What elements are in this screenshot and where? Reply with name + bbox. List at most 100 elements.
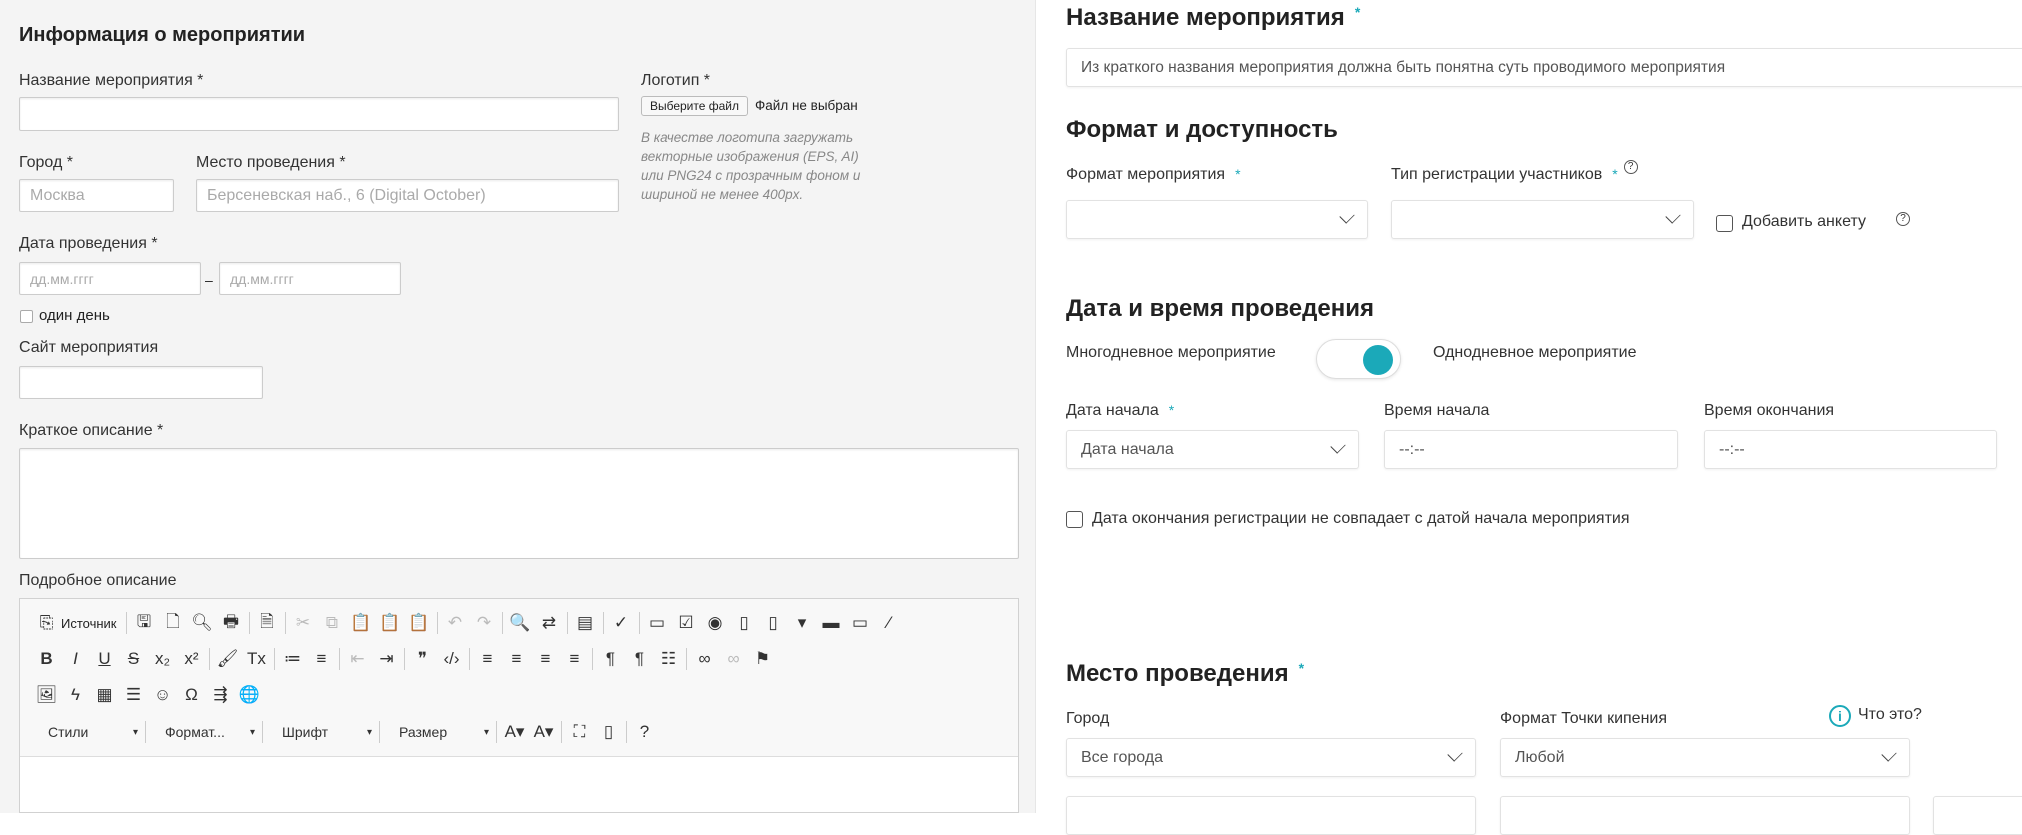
checkbox-icon[interactable]: ☑ [672, 613, 701, 633]
end-time-input[interactable]: --:-- [1704, 430, 1997, 469]
select-all-icon[interactable]: ▤ [571, 613, 600, 633]
one-day-checkbox[interactable] [20, 310, 33, 323]
form-icon[interactable]: ▭ [643, 613, 672, 633]
subscript-icon[interactable]: x₂ [148, 649, 177, 669]
templates-icon[interactable]: 🗎 [253, 609, 282, 638]
rtl-icon[interactable]: ¶ [625, 649, 654, 669]
italic-icon[interactable]: I [61, 649, 90, 669]
superscript-icon[interactable]: x² [177, 649, 206, 669]
smiley-icon[interactable]: ☺ [148, 685, 177, 705]
anchor-icon[interactable]: ⚑ [748, 649, 777, 669]
event-name-input[interactable]: Из краткого названия мероприятия должна … [1066, 48, 2022, 87]
strike-icon[interactable]: S [119, 649, 148, 669]
bulleted-list-icon[interactable]: ≡ [307, 649, 336, 669]
align-right-icon[interactable]: ≡ [531, 649, 560, 669]
city-select[interactable]: Все города [1066, 738, 1476, 777]
new-page-icon[interactable]: 🗋 [159, 609, 188, 638]
justify-icon[interactable]: ≡ [560, 649, 589, 669]
radio-icon[interactable]: ◉ [701, 613, 730, 633]
maximize-icon[interactable]: ⛶ [565, 722, 594, 742]
editor-content-area[interactable] [20, 756, 1018, 812]
venue-input[interactable]: Берсеневская наб., 6 (Digital October) [196, 179, 619, 212]
required-star: * [1612, 166, 1618, 182]
page-break-icon[interactable]: ⇶ [206, 685, 235, 705]
date-to-input[interactable]: дд.мм.гггг [219, 262, 401, 295]
toolbar-separator [501, 612, 503, 634]
short-desc-textarea[interactable] [19, 448, 1019, 559]
remove-format-icon[interactable]: Tx [242, 649, 271, 669]
table-icon[interactable]: ▦ [90, 685, 119, 705]
save-icon[interactable]: 🖫 [130, 609, 159, 638]
spellcheck-icon[interactable]: ✓ [607, 613, 636, 633]
cut-icon[interactable]: ✂ [289, 613, 318, 633]
extra-input[interactable] [1933, 796, 2022, 835]
venue-input[interactable] [1500, 796, 1910, 835]
event-name-input[interactable] [19, 97, 619, 131]
date-from-input[interactable]: дд.мм.гггг [19, 262, 201, 295]
day-mode-toggle[interactable] [1316, 339, 1401, 379]
combo-3[interactable]: Размер ▾ [383, 724, 493, 740]
div-icon[interactable]: ‹/› [437, 649, 466, 669]
language-icon[interactable]: ☷ [654, 649, 683, 669]
help-icon[interactable]: ? [1623, 160, 1638, 174]
paste-icon[interactable]: 📋 [347, 613, 376, 633]
info-icon[interactable]: i [1829, 705, 1851, 727]
source-icon[interactable]: ⎘ [32, 613, 61, 633]
underline-icon[interactable]: U [90, 649, 119, 669]
copy-icon[interactable]: ⧉ [318, 613, 347, 633]
format-select[interactable] [1066, 200, 1368, 239]
preview-icon[interactable]: 🔍︎ [188, 613, 217, 633]
one-day-label: Однодневное мероприятие [1433, 344, 1637, 361]
combo-0[interactable]: Стили ▾ [32, 724, 142, 740]
blockquote-icon[interactable]: ❞ [408, 649, 437, 669]
select-icon[interactable]: ▾ [788, 613, 817, 633]
paste-word-icon[interactable]: 📋 [405, 613, 434, 633]
bg-color-icon[interactable]: A▾ [529, 722, 558, 742]
image-icon[interactable]: 🖼 [32, 685, 61, 705]
start-date-select[interactable]: Дата начала [1066, 430, 1359, 469]
copy-format-icon[interactable]: 🖌 [213, 649, 242, 669]
combo-2[interactable]: Шрифт ▾ [266, 724, 376, 740]
redo-icon[interactable]: ↷ [470, 613, 499, 633]
unlink-icon[interactable]: ∞ [719, 649, 748, 669]
textarea-icon[interactable]: ▯ [759, 613, 788, 633]
help-icon[interactable]: ? [630, 722, 659, 742]
special-char-icon[interactable]: Ω [177, 685, 206, 705]
hiddenfield-icon[interactable]: ⁄ [875, 613, 904, 633]
paste-text-icon[interactable]: 📋 [376, 613, 405, 633]
start-time-input[interactable]: --:-- [1384, 430, 1678, 469]
site-input[interactable] [19, 366, 263, 399]
choose-file-button[interactable]: Выберите файл [641, 96, 748, 116]
help-icon[interactable]: ? [1896, 212, 1910, 226]
iframe-icon[interactable]: 🌐 [235, 685, 264, 705]
textfield-icon[interactable]: ▯ [730, 613, 759, 633]
address-input[interactable] [1066, 796, 1476, 835]
what-is-it-link[interactable]: Что это? [1858, 706, 1922, 724]
text-color-icon[interactable]: A▾ [500, 722, 529, 742]
show-blocks-icon[interactable]: ▯ [594, 722, 623, 742]
bold-icon[interactable]: B [32, 649, 61, 669]
button-icon[interactable]: ▬ [817, 613, 846, 633]
print-icon[interactable]: 🖶 [217, 609, 246, 638]
chevron-down-icon [1665, 207, 1681, 224]
hr-icon[interactable]: ☰ [119, 685, 148, 705]
add-form-checkbox[interactable] [1716, 215, 1733, 232]
point-format-select[interactable]: Любой [1500, 738, 1910, 777]
imagebutton-icon[interactable]: ▭ [846, 613, 875, 633]
indent-icon[interactable]: ⇥ [372, 649, 401, 669]
align-center-icon[interactable]: ≡ [502, 649, 531, 669]
link-icon[interactable]: ∞ [690, 649, 719, 669]
align-left-icon[interactable]: ≡ [473, 649, 502, 669]
source-label[interactable]: Источник [61, 616, 117, 631]
ltr-icon[interactable]: ¶ [596, 649, 625, 669]
outdent-icon[interactable]: ⇤ [343, 649, 372, 669]
undo-icon[interactable]: ↶ [441, 613, 470, 633]
replace-icon[interactable]: ⇄ [535, 613, 564, 633]
numbered-list-icon[interactable]: ≔ [278, 649, 307, 669]
combo-1[interactable]: Формат... ▾ [149, 724, 259, 740]
find-icon[interactable]: 🔍 [506, 613, 535, 633]
reg-type-select[interactable] [1391, 200, 1694, 239]
flash-icon[interactable]: ϟ [61, 685, 90, 705]
reg-end-checkbox[interactable] [1066, 511, 1083, 528]
city-input[interactable]: Москва [19, 179, 174, 212]
